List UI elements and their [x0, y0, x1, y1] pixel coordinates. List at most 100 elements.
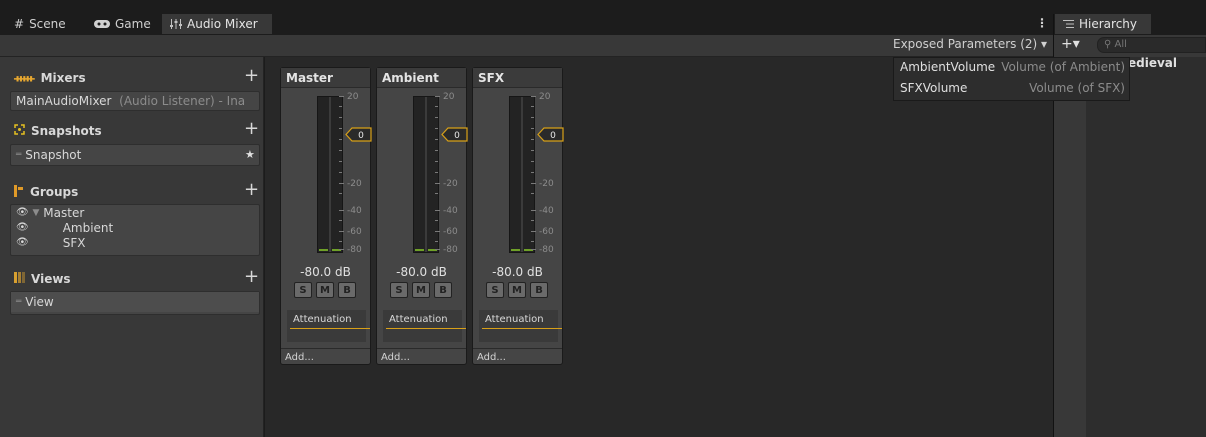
strip-divider: [281, 348, 370, 349]
scale-tick-minor: [435, 106, 438, 107]
scale-label: -40: [539, 206, 554, 216]
attenuation-effect[interactable]: Attenuation: [482, 314, 562, 329]
meter-level-left: [319, 249, 328, 251]
volume-db-readout: -80.0 dB: [396, 265, 447, 279]
hierarchy-item[interactable]: edieval: [1128, 56, 1177, 70]
scale-tick-minor: [435, 139, 438, 140]
search-placeholder: All: [1114, 39, 1127, 50]
vu-meter: [413, 96, 439, 253]
eye-icon[interactable]: 👁: [16, 237, 29, 248]
scale-tick: [435, 210, 440, 211]
attenuation-effect[interactable]: Attenuation: [290, 314, 370, 329]
more-options-icon[interactable]: ⋮: [1036, 16, 1048, 30]
scale-tick: [339, 249, 344, 250]
scale-label: -80: [443, 245, 458, 255]
group-item[interactable]: 👁 Ambient: [11, 220, 259, 235]
group-item[interactable]: 👁 ▼ Master: [11, 205, 259, 220]
solo-button[interactable]: S: [390, 282, 408, 298]
star-icon[interactable]: ★: [245, 148, 255, 161]
scale-tick: [435, 96, 440, 97]
section-title: Snapshots: [31, 124, 102, 138]
add-effect-button[interactable]: Add...: [477, 352, 506, 363]
snapshot-name: Snapshot: [25, 148, 82, 162]
volume-fader-handle[interactable]: 0: [345, 127, 372, 142]
scale-tick-minor: [339, 150, 342, 151]
mute-button[interactable]: M: [316, 282, 334, 298]
scale-tick-minor: [435, 128, 438, 129]
view-item[interactable]: ═ View: [11, 292, 259, 312]
snapshot-item[interactable]: ═ Snapshot: [11, 145, 259, 165]
scale-label: -40: [443, 206, 458, 216]
exposed-param-row[interactable]: SFXVolume Volume (of SFX): [900, 81, 1125, 95]
volume-fader-handle[interactable]: 0: [441, 127, 468, 142]
meter-level-left: [415, 249, 424, 251]
scale-tick: [339, 96, 344, 97]
bypass-button[interactable]: B: [434, 282, 452, 298]
exposed-parameters-dropdown[interactable]: Exposed Parameters (2) ▾: [893, 37, 1047, 51]
mixers-header: ᚔ Mixers: [14, 69, 86, 87]
mixer-strip[interactable]: Master 20 -20 -40 -60 -80 0 -80.0 dB S M B Attenuat…: [280, 67, 372, 365]
solo-button[interactable]: S: [486, 282, 504, 298]
eye-icon[interactable]: 👁: [16, 207, 29, 218]
mute-button[interactable]: M: [508, 282, 526, 298]
drag-handle-icon[interactable]: ═: [16, 150, 21, 160]
mixer-item[interactable]: MainAudioMixer (Audio Listener) - Ina: [11, 92, 259, 110]
volume-db-readout: -80.0 dB: [300, 265, 351, 279]
add-snapshot-button[interactable]: +: [244, 120, 259, 138]
hierarchy-add-button[interactable]: +▾: [1061, 36, 1080, 52]
fader-value: 0: [358, 131, 364, 141]
scale-tick-minor: [531, 106, 534, 107]
tab-label: Hierarchy: [1079, 17, 1138, 31]
scale-tick: [531, 231, 536, 232]
group-item[interactable]: 👁 SFX: [11, 235, 259, 250]
fader-value: 0: [454, 131, 460, 141]
solo-button[interactable]: S: [294, 282, 312, 298]
mixer-strip[interactable]: Ambient 20 -20 -40 -60 -80 0 -80.0 dB S M B Attenua…: [376, 67, 468, 365]
bypass-button[interactable]: B: [338, 282, 356, 298]
mixer-strip[interactable]: SFX 20 -20 -40 -60 -80 0 -80.0 dB S M B Attenuation…: [472, 67, 564, 365]
mixer-icon: [170, 18, 182, 30]
tab-hierarchy[interactable]: Hierarchy: [1055, 14, 1151, 34]
add-effect-button[interactable]: Add...: [285, 352, 314, 363]
scale-tick-minor: [531, 117, 534, 118]
scale-label: 20: [443, 92, 455, 102]
eye-icon[interactable]: 👁: [16, 222, 29, 233]
scale-label: -60: [539, 227, 554, 237]
attenuation-effect[interactable]: Attenuation: [386, 314, 466, 329]
scale-tick-minor: [339, 106, 342, 107]
volume-fader-handle[interactable]: 0: [537, 127, 564, 142]
tab-scene[interactable]: # Scene: [6, 14, 74, 34]
scale-tick-minor: [339, 241, 342, 242]
hierarchy-list: [1086, 57, 1206, 437]
view-name: View: [25, 295, 54, 309]
add-mixer-button[interactable]: +: [244, 67, 259, 85]
foldout-arrow-icon[interactable]: ▼: [33, 208, 40, 218]
scale-tick-minor: [435, 150, 438, 151]
snapshots-header: Snapshots: [14, 122, 102, 140]
mixers-list: MainAudioMixer (Audio Listener) - Ina: [10, 91, 260, 111]
scale-label: -20: [539, 179, 554, 189]
mute-button[interactable]: M: [412, 282, 430, 298]
scale-tick: [435, 183, 440, 184]
scale-tick-minor: [435, 241, 438, 242]
tab-label: Audio Mixer: [187, 17, 258, 31]
add-view-button[interactable]: +: [244, 268, 259, 286]
tab-audio-mixer[interactable]: Audio Mixer: [162, 14, 272, 34]
views-list: ═ View: [10, 291, 260, 315]
scale-label: -80: [347, 245, 362, 255]
add-group-button[interactable]: +: [244, 181, 259, 199]
tab-game[interactable]: Game: [86, 14, 159, 34]
bypass-button[interactable]: B: [530, 282, 548, 298]
drag-handle-icon[interactable]: ═: [16, 297, 21, 307]
add-effect-button[interactable]: Add...: [381, 352, 410, 363]
scale-tick-minor: [435, 161, 438, 162]
strip-divider: [377, 348, 466, 349]
scale-tick-minor: [339, 220, 342, 221]
hierarchy-search-input[interactable]: ⚲ All: [1097, 37, 1206, 53]
scale-tick-minor: [531, 220, 534, 221]
param-name: SFXVolume: [900, 81, 968, 95]
scale-label: -60: [347, 227, 362, 237]
scale-label: -20: [347, 179, 362, 189]
scale-tick-minor: [339, 117, 342, 118]
exposed-param-row[interactable]: AmbientVolume Volume (of Ambient): [900, 60, 1125, 74]
